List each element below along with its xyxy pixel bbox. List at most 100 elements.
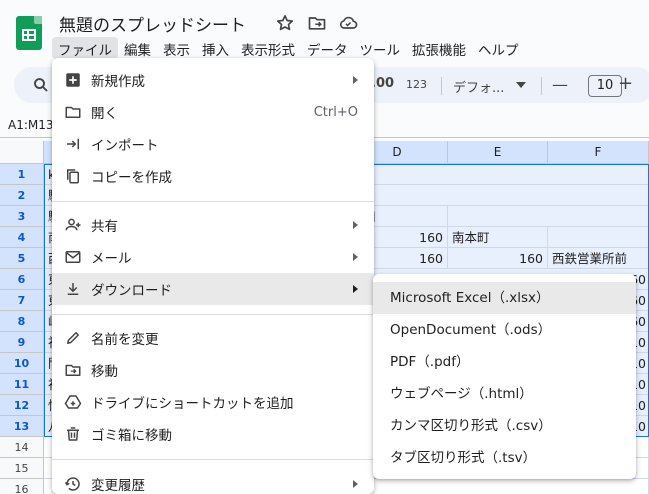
pencil-icon xyxy=(67,332,79,344)
row-header-7[interactable]: 7 xyxy=(0,290,44,311)
cell-e5[interactable]: 160 xyxy=(448,248,548,269)
menu-item-email[interactable]: メール xyxy=(52,241,374,273)
import-icon xyxy=(67,138,79,150)
new-icon xyxy=(66,73,80,87)
download-xlsx[interactable]: Microsoft Excel（.xlsx） xyxy=(373,282,636,314)
move-folder-icon xyxy=(65,364,81,376)
row-header-10[interactable]: 10 xyxy=(0,353,44,374)
submenu-arrow-icon xyxy=(353,76,358,84)
menu-item-import[interactable]: インポート xyxy=(52,128,374,160)
menu-item-new[interactable]: 新規作成 xyxy=(52,64,374,96)
menu-item-label: 名前を変更 xyxy=(91,332,159,348)
row-header-1[interactable]: 1 xyxy=(0,164,44,185)
menu-item-label: コピーを作成 xyxy=(91,170,172,186)
column-header-e[interactable]: E xyxy=(448,141,548,164)
menu-help[interactable]: ヘルプ xyxy=(472,37,525,59)
more-formats-button[interactable]: 123 xyxy=(406,78,427,91)
toolbar-divider xyxy=(541,77,542,95)
menu-item-label: ダウンロード xyxy=(91,283,172,299)
row-header-3[interactable]: 3 xyxy=(0,206,44,227)
select-all-corner[interactable] xyxy=(0,141,44,164)
menu-item-label: ゴミ箱に移動 xyxy=(91,428,172,444)
submenu-arrow-icon xyxy=(353,285,358,293)
decrease-font-size-button[interactable]: — xyxy=(552,75,568,94)
menu-item-label: 開く xyxy=(91,106,118,122)
move-to-folder-icon[interactable] xyxy=(307,13,327,33)
menu-divider xyxy=(52,314,374,315)
menu-item-label: 共有 xyxy=(91,219,118,235)
row-header-8[interactable]: 8 xyxy=(0,311,44,332)
row-header-14[interactable]: 14 xyxy=(0,437,44,458)
row-header-13[interactable]: 13 xyxy=(0,416,44,437)
document-title[interactable]: 無題のスプレッドシート xyxy=(59,11,246,36)
search-icon[interactable] xyxy=(32,76,50,94)
menu-edit[interactable]: 編集 xyxy=(118,37,157,59)
row-header-6[interactable]: 6 xyxy=(0,269,44,290)
file-menu: 新規作成 開く Ctrl+O インポート コピーを作成 共有 メール ダウンロー… xyxy=(52,58,374,494)
menu-item-share[interactable]: 共有 xyxy=(52,209,374,241)
menu-item-download[interactable]: ダウンロード xyxy=(52,273,374,305)
menu-item-move[interactable]: 移動 xyxy=(52,354,374,386)
menu-insert[interactable]: 挿入 xyxy=(196,37,235,59)
increase-font-size-button[interactable]: + xyxy=(618,73,633,94)
menu-view[interactable]: 表示 xyxy=(157,37,196,59)
menu-item-label: 移動 xyxy=(91,364,118,380)
column-header-f[interactable]: F xyxy=(548,141,649,164)
menu-item-label: インポート xyxy=(91,138,159,154)
menu-item-label: 変更履歴 xyxy=(91,478,145,494)
download-submenu: Microsoft Excel（.xlsx） OpenDocument（.ods… xyxy=(373,274,636,479)
menu-item-label: ドライブにショートカットを追加 xyxy=(91,396,294,412)
menu-item-label: 新規作成 xyxy=(91,74,145,90)
name-box[interactable]: A1:M13 xyxy=(8,118,54,132)
font-family-select[interactable]: デフォ... xyxy=(453,77,504,96)
submenu-arrow-icon xyxy=(353,221,358,229)
menu-format[interactable]: 表示形式 xyxy=(235,37,301,59)
share-person-icon xyxy=(65,218,81,231)
row-header-5[interactable]: 5 xyxy=(0,248,44,269)
row-header-11[interactable]: 11 xyxy=(0,374,44,395)
menu-divider xyxy=(52,459,374,460)
submenu-arrow-icon xyxy=(353,253,358,261)
row-header-2[interactable]: 2 xyxy=(0,185,44,206)
dropdown-arrow-icon[interactable] xyxy=(516,81,526,89)
increase-decimal-button[interactable]: .00 xyxy=(371,76,394,91)
menu-divider xyxy=(52,201,374,202)
menu-item-make-copy[interactable]: コピーを作成 xyxy=(52,160,374,192)
star-icon[interactable] xyxy=(275,13,295,33)
toolbar-divider xyxy=(441,77,442,95)
copy-icon xyxy=(67,169,79,184)
menu-data[interactable]: データ xyxy=(301,37,354,59)
font-size-input[interactable]: 10 xyxy=(588,75,622,97)
menu-item-trash[interactable]: ゴミ箱に移動 xyxy=(52,418,374,450)
sheets-logo-icon[interactable] xyxy=(16,16,42,50)
row-header-9[interactable]: 9 xyxy=(0,332,44,353)
history-icon xyxy=(64,477,80,491)
cell-f5[interactable]: 西鉄営業所前 xyxy=(548,248,649,269)
menu-extensions[interactable]: 拡張機能 xyxy=(406,37,472,59)
folder-open-icon xyxy=(65,106,81,118)
menu-item-open[interactable]: 開く Ctrl+O xyxy=(52,96,374,128)
download-html[interactable]: ウェブページ（.html） xyxy=(373,378,636,410)
download-icon xyxy=(67,283,79,295)
row-header-16[interactable]: 16 xyxy=(0,479,44,494)
spreadsheet-app: 無題のスプレッドシート ファイル 編集 表示 挿入 表示形式 データ ツール 拡… xyxy=(0,0,649,494)
trash-icon xyxy=(67,427,79,441)
drive-shortcut-icon xyxy=(64,395,82,409)
download-pdf[interactable]: PDF（.pdf） xyxy=(373,346,636,378)
download-csv[interactable]: カンマ区切り形式（.csv） xyxy=(373,410,636,442)
menu-tools[interactable]: ツール xyxy=(354,37,407,59)
row-header-12[interactable]: 12 xyxy=(0,395,44,416)
row-header-15[interactable]: 15 xyxy=(0,458,44,479)
download-ods[interactable]: OpenDocument（.ods） xyxy=(373,314,636,346)
download-tsv[interactable]: タブ区切り形式（.tsv） xyxy=(373,442,636,474)
menu-item-label: メール xyxy=(91,251,132,267)
menu-file[interactable]: ファイル xyxy=(52,37,118,59)
cloud-saved-icon[interactable] xyxy=(338,13,358,33)
menu-item-rename[interactable]: 名前を変更 xyxy=(52,322,374,354)
cell-e4[interactable]: 南本町 xyxy=(448,227,548,248)
menu-item-version-history[interactable]: 変更履歴 xyxy=(52,468,374,494)
menu-item-add-shortcut[interactable]: ドライブにショートカットを追加 xyxy=(52,386,374,418)
submenu-arrow-icon xyxy=(353,480,358,488)
row-header-4[interactable]: 4 xyxy=(0,227,44,248)
menu-item-shortcut: Ctrl+O xyxy=(313,104,358,120)
